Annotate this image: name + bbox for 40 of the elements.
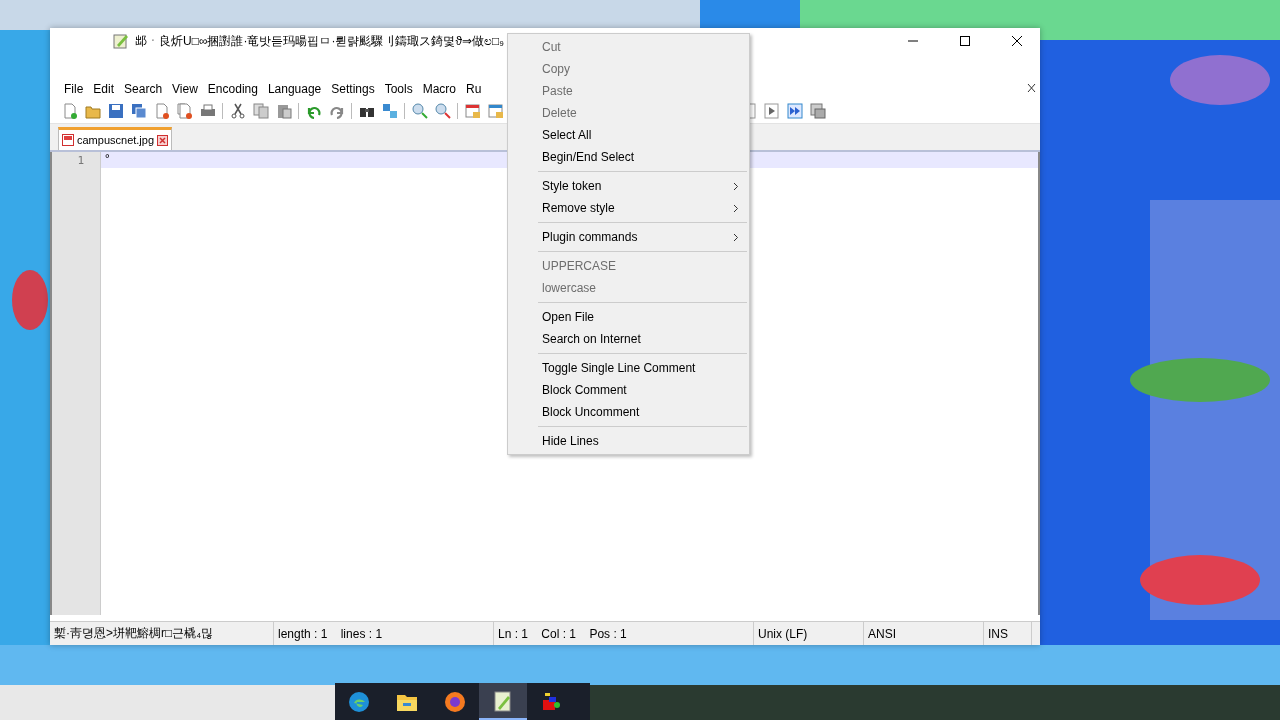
menu-item[interactable]: Macro xyxy=(417,82,461,96)
window-title: 䢺ㆍ良炘U□∞捆譵誰·竜밧듣玛暘핍ㅁ·륃랽颩驟刂鑄㻓ス錡몇ϑ⇒做ಲ□₉ xyxy=(135,32,505,50)
menu-item[interactable]: Edit xyxy=(88,82,120,96)
status-text: 槧·靑뎡恩>垪靶鰫椆r□근橇₄믾 xyxy=(50,622,274,645)
menu-item[interactable]: File xyxy=(59,82,89,96)
menu-item[interactable]: Search on Internet xyxy=(508,328,749,350)
maximize-icon[interactable] xyxy=(959,35,971,47)
status-text: ANSI xyxy=(864,622,984,645)
app-icon[interactable] xyxy=(540,690,562,713)
file-icon xyxy=(62,134,74,146)
menu-item[interactable]: Remove style xyxy=(508,197,749,219)
menu-item[interactable]: Language xyxy=(262,82,327,96)
firefox-icon[interactable] xyxy=(444,690,466,713)
chevron-right-icon xyxy=(733,203,739,213)
status-text: Unix (LF) xyxy=(754,622,864,645)
status-text: INS xyxy=(984,622,1032,645)
menu-item[interactable]: Tools xyxy=(379,82,418,96)
menu-item[interactable]: Search xyxy=(119,82,168,96)
notepad-icon[interactable] xyxy=(493,689,513,712)
chevron-right-icon xyxy=(733,232,739,242)
menu-item[interactable]: Toggle Single Line Comment xyxy=(508,357,749,379)
notepad-icon xyxy=(113,33,129,49)
menu-item[interactable]: Ru xyxy=(461,82,487,96)
edge-icon[interactable] xyxy=(348,690,370,713)
menu-item[interactable]: Hide Lines xyxy=(508,430,749,452)
menu-item[interactable]: Select All xyxy=(508,124,749,146)
chevron-right-icon xyxy=(733,181,739,191)
menu-item[interactable]: Open File xyxy=(508,306,749,328)
file-tab[interactable]: campuscnet.jpg xyxy=(58,127,173,150)
close-icon[interactable] xyxy=(1011,35,1023,47)
menu-item[interactable]: Style token xyxy=(508,175,749,197)
line-number: 1 xyxy=(76,153,84,167)
menu-item[interactable]: Block Comment xyxy=(508,379,749,401)
menu-item[interactable]: View xyxy=(167,82,203,96)
menu-item[interactable]: Block Uncomment xyxy=(508,401,749,423)
menu-item[interactable]: Plugin commands xyxy=(508,226,749,248)
menu-item[interactable]: Settings xyxy=(326,82,380,96)
menu-item[interactable]: Encoding xyxy=(202,82,263,96)
status-text: Ln : 1 Col : 1 Pos : 1 xyxy=(494,622,754,645)
status-text: length : 1 lines : 1 xyxy=(274,622,494,645)
